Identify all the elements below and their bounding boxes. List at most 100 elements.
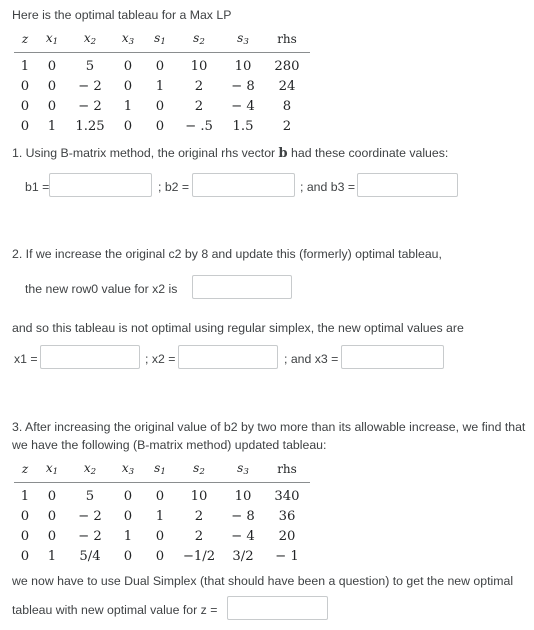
cell: 0 bbox=[155, 119, 165, 135]
q1-prompt-before: 1. Using B-matrix method, the original r… bbox=[12, 146, 279, 160]
cell: − 2 bbox=[78, 508, 102, 524]
optimal-tableau: z x1 x2 x3 s1 s2 s3 rhs 1 0 5 0 0 10 10 … bbox=[14, 32, 310, 134]
cell: 1 bbox=[123, 528, 133, 544]
header-s2: s2 bbox=[176, 32, 222, 53]
cell: 2 bbox=[282, 119, 292, 135]
cell: 0 bbox=[155, 549, 165, 565]
cell: 8 bbox=[282, 98, 292, 114]
question-3-prompt-line1: 3. After increasing the original value o… bbox=[12, 420, 526, 434]
cell: 0 bbox=[123, 549, 133, 565]
closing-text-line1: we now have to use Dual Simplex (that sh… bbox=[12, 574, 514, 588]
cell: 1 bbox=[20, 488, 30, 504]
cell: 0 bbox=[123, 78, 133, 94]
cell: 1 bbox=[155, 78, 165, 94]
cell: − 4 bbox=[231, 98, 255, 114]
cell: 10 bbox=[234, 488, 252, 504]
cell: 0 bbox=[20, 78, 30, 94]
cell: 0 bbox=[47, 78, 57, 94]
cell: − 1 bbox=[275, 549, 299, 565]
question-2-prompt: 2. If we increase the original c2 by 8 a… bbox=[12, 247, 442, 261]
cell: 1.25 bbox=[75, 119, 105, 135]
cell: 2 bbox=[194, 508, 204, 524]
row0-label: the new row0 value for x2 is bbox=[25, 282, 178, 296]
header-x3: x3 bbox=[112, 32, 144, 53]
cell: −1/2 bbox=[182, 549, 216, 565]
updated-tableau: z x1 x2 x3 s1 s2 s3 rhs 1 0 5 0 0 10 10 … bbox=[14, 462, 310, 564]
cell: 0 bbox=[155, 528, 165, 544]
header-x2: x2 bbox=[68, 32, 112, 53]
cell: 0 bbox=[20, 528, 30, 544]
cell: 0 bbox=[123, 488, 133, 504]
cell: − 2 bbox=[78, 528, 102, 544]
cell: 0 bbox=[47, 488, 57, 504]
cell: 10 bbox=[190, 488, 208, 504]
header-s1: s1 bbox=[144, 32, 176, 53]
cell: 0 bbox=[155, 58, 165, 74]
cell: 20 bbox=[278, 528, 296, 544]
b3-input[interactable] bbox=[357, 173, 458, 197]
cell: 5 bbox=[85, 58, 95, 74]
question-3-prompt-line2: we have the following (B-matrix method) … bbox=[12, 438, 327, 452]
header-x3: x3 bbox=[112, 462, 144, 483]
tableau-header-row: z x1 x2 x3 s1 s2 s3 rhs bbox=[14, 462, 310, 483]
cell: 0 bbox=[47, 508, 57, 524]
x1-input[interactable] bbox=[40, 345, 140, 369]
cell: 0 bbox=[20, 119, 30, 135]
table-row: 1 0 5 0 0 10 10 280 bbox=[14, 52, 310, 74]
row0-value-input[interactable] bbox=[192, 275, 292, 299]
header-z: z bbox=[14, 462, 36, 483]
question-1-prompt: 1. Using B-matrix method, the original r… bbox=[12, 144, 448, 164]
cell: 340 bbox=[274, 488, 300, 504]
cell: 1 bbox=[47, 549, 57, 565]
cell: 2 bbox=[194, 78, 204, 94]
cell: 280 bbox=[274, 58, 300, 74]
b1-input[interactable] bbox=[49, 173, 152, 197]
q1-prompt-after: had these coordinate values: bbox=[287, 146, 449, 160]
cell: 0 bbox=[123, 508, 133, 524]
cell: 36 bbox=[278, 508, 296, 524]
header-z: z bbox=[14, 32, 36, 53]
cell: 3/2 bbox=[232, 549, 254, 565]
table-row: 1 0 5 0 0 10 10 340 bbox=[14, 482, 310, 504]
cell: 5 bbox=[85, 488, 95, 504]
cell: 0 bbox=[47, 58, 57, 74]
cell: − 4 bbox=[231, 528, 255, 544]
cell: 1 bbox=[155, 508, 165, 524]
cell: 0 bbox=[155, 488, 165, 504]
b2-input[interactable] bbox=[192, 173, 295, 197]
table-row: 0 0 − 2 0 1 2 − 8 24 bbox=[14, 74, 310, 94]
header-x1: x1 bbox=[36, 462, 68, 483]
header-x2: x2 bbox=[68, 462, 112, 483]
cell: 5/4 bbox=[79, 549, 101, 565]
table-row: 0 1 1.25 0 0 − .5 1.5 2 bbox=[14, 114, 310, 134]
x2-input[interactable] bbox=[178, 345, 278, 369]
intro-text: Here is the optimal tableau for a Max LP bbox=[12, 8, 232, 22]
cell: 2 bbox=[194, 98, 204, 114]
cell: − 2 bbox=[78, 78, 102, 94]
cell: − 2 bbox=[78, 98, 102, 114]
header-s3: s3 bbox=[222, 462, 264, 483]
cell: 1 bbox=[123, 98, 133, 114]
header-s3: s3 bbox=[222, 32, 264, 53]
cell: 24 bbox=[278, 78, 296, 94]
worksheet-page: Here is the optimal tableau for a Max LP… bbox=[0, 0, 534, 630]
header-s2: s2 bbox=[176, 462, 222, 483]
cell: 0 bbox=[123, 58, 133, 74]
x3-label: ; and x3 = bbox=[284, 352, 339, 366]
cell: 1 bbox=[20, 58, 30, 74]
x2-label: ; x2 = bbox=[145, 352, 176, 366]
tableau-header-row: z x1 x2 x3 s1 s2 s3 rhs bbox=[14, 32, 310, 53]
cell: 1.5 bbox=[232, 119, 254, 135]
cell: 10 bbox=[234, 58, 252, 74]
cell: 0 bbox=[47, 528, 57, 544]
cell: 0 bbox=[155, 98, 165, 114]
b3-label: ; and b3 = bbox=[300, 180, 356, 194]
cell: − 8 bbox=[231, 508, 255, 524]
cell: 1 bbox=[47, 119, 57, 135]
table-row: 0 1 5/4 0 0 −1/2 3/2 − 1 bbox=[14, 544, 310, 564]
x3-input[interactable] bbox=[341, 345, 444, 369]
z-value-input[interactable] bbox=[227, 596, 328, 620]
not-optimal-text: and so this tableau is not optimal using… bbox=[12, 321, 464, 335]
cell: 0 bbox=[47, 98, 57, 114]
cell: 10 bbox=[190, 58, 208, 74]
